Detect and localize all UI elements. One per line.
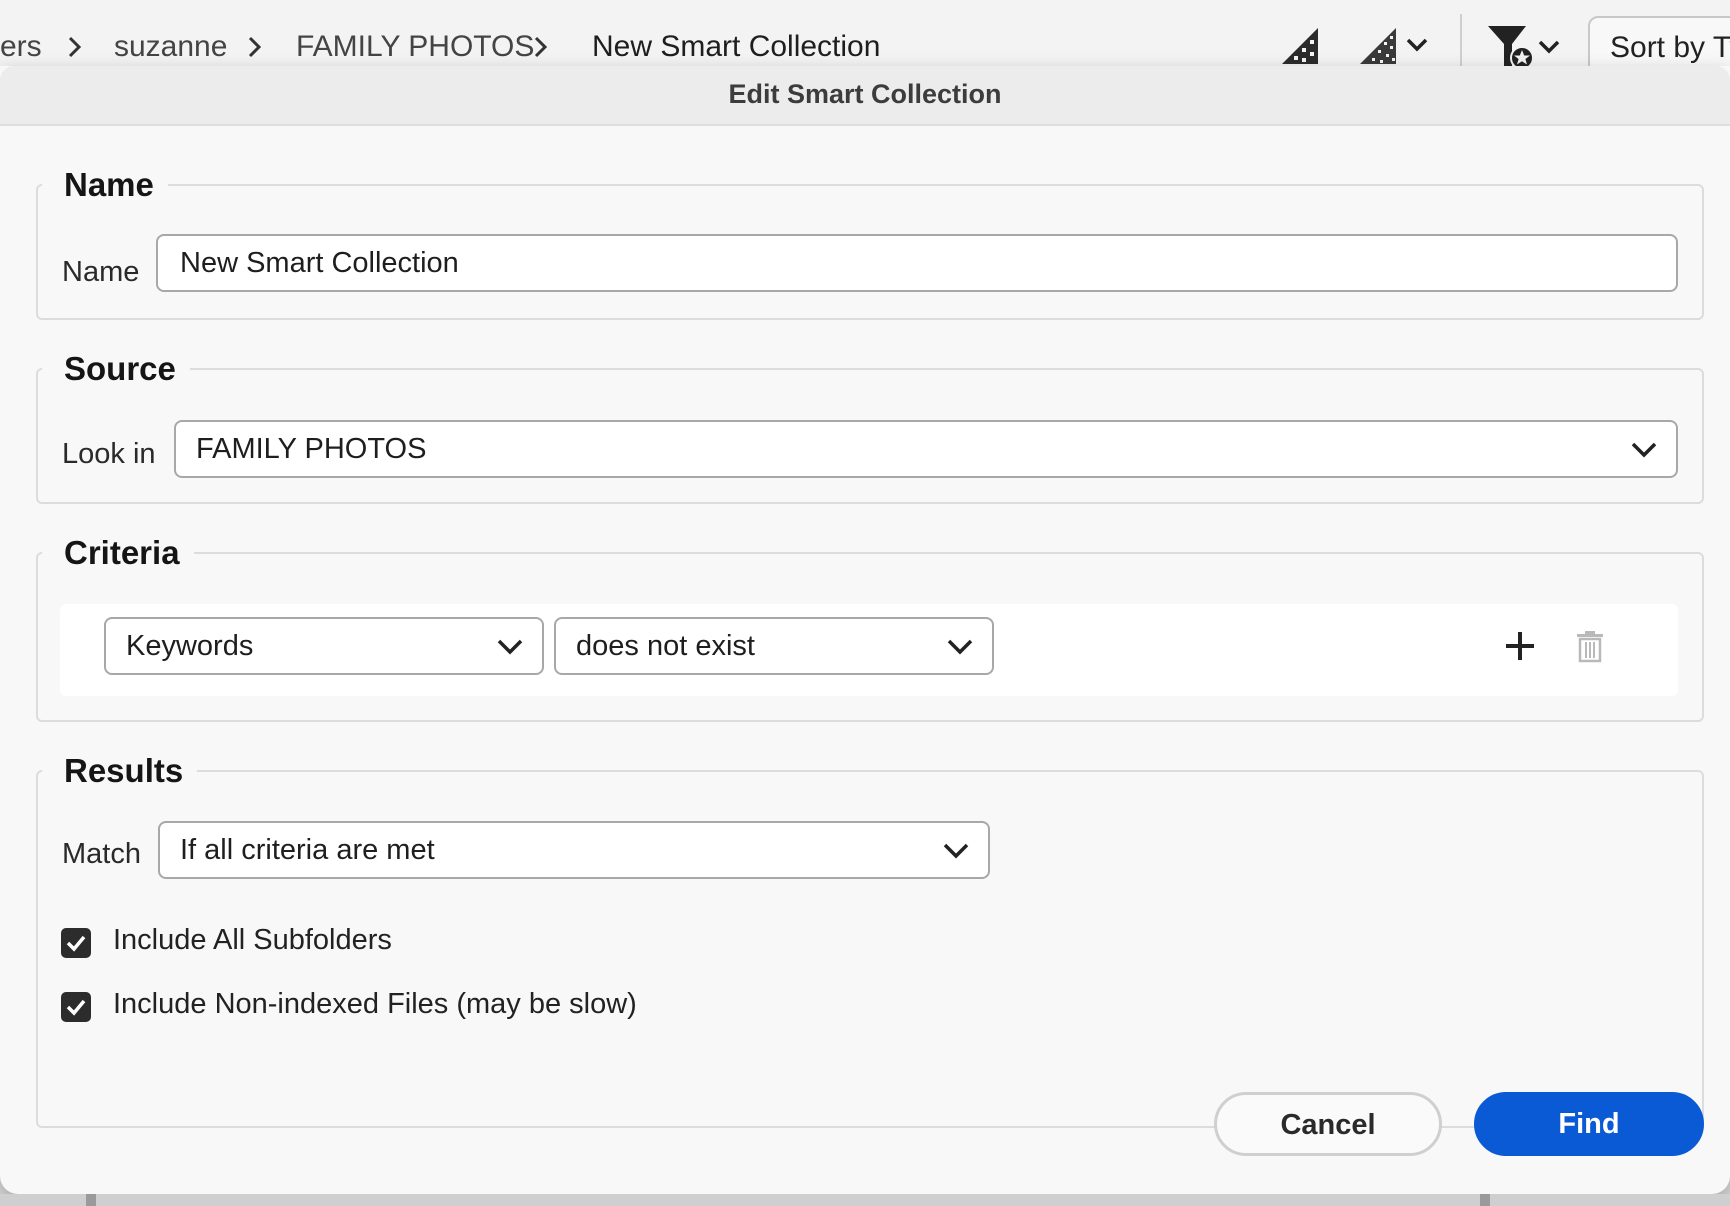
look-in-selected-value: FAMILY PHOTOS — [196, 433, 427, 465]
breadcrumb-item-suzanne[interactable]: suzanne — [114, 30, 227, 64]
criteria-operator-value: does not exist — [576, 630, 755, 662]
cancel-button[interactable]: Cancel — [1214, 1092, 1442, 1156]
thumbnail-quality-icon[interactable] — [1280, 24, 1322, 66]
background-divider — [86, 1194, 96, 1206]
trash-icon — [1577, 631, 1603, 663]
chevron-down-icon — [497, 639, 523, 655]
background-window-edge — [0, 1194, 1730, 1206]
breadcrumb-item-users[interactable]: ers — [0, 30, 42, 64]
thumbnail-quality-menu-icon[interactable] — [1358, 24, 1432, 66]
name-input[interactable]: New Smart Collection — [156, 234, 1678, 292]
match-selected-value: If all criteria are met — [180, 834, 435, 866]
chevron-right-icon — [68, 36, 82, 58]
checkmark-icon — [66, 999, 86, 1016]
include-subfolders-checkbox[interactable] — [61, 928, 91, 958]
source-section-legend: Source — [64, 350, 176, 387]
include-non-indexed-label[interactable]: Include Non-indexed Files (may be slow) — [113, 988, 637, 1021]
criteria-field-select[interactable]: Keywords — [104, 617, 544, 675]
look-in-select[interactable]: FAMILY PHOTOS — [174, 420, 1678, 478]
match-select[interactable]: If all criteria are met — [158, 821, 990, 879]
filter-favorites-icon[interactable] — [1486, 24, 1562, 72]
chevron-down-icon — [943, 843, 969, 859]
toolbar-separator — [1460, 14, 1462, 70]
include-non-indexed-checkbox[interactable] — [61, 992, 91, 1022]
results-section-legend: Results — [64, 752, 184, 789]
include-subfolders-label[interactable]: Include All Subfolders — [113, 924, 392, 957]
chevron-down-icon — [1631, 442, 1657, 458]
delete-criteria-button[interactable] — [1570, 626, 1610, 666]
criteria-field-value: Keywords — [126, 630, 254, 662]
edit-smart-collection-dialog: Edit Smart Collection Name Name New Smar… — [0, 66, 1730, 1194]
criteria-section-legend: Criteria — [64, 534, 180, 571]
breadcrumb-item-family-photos[interactable]: FAMILY PHOTOS — [296, 30, 534, 64]
criteria-operator-select[interactable]: does not exist — [554, 617, 994, 675]
chevron-right-icon — [534, 36, 548, 58]
checkmark-icon — [66, 935, 86, 952]
dialog-title: Edit Smart Collection — [0, 66, 1730, 126]
background-divider — [1480, 1194, 1490, 1206]
name-section-legend: Name — [64, 166, 154, 203]
chevron-down-icon — [947, 639, 973, 655]
match-label: Match — [62, 838, 141, 870]
chevron-right-icon — [248, 36, 262, 58]
find-button[interactable]: Find — [1474, 1092, 1704, 1156]
add-criteria-button[interactable] — [1500, 626, 1540, 666]
plus-icon — [1506, 632, 1534, 660]
breadcrumb-item-current: New Smart Collection — [592, 30, 881, 63]
name-label: Name — [62, 256, 140, 288]
look-in-label: Look in — [62, 438, 156, 470]
top-bar: ers suzanne FAMILY PHOTOS New Smart Coll… — [0, 0, 1730, 80]
